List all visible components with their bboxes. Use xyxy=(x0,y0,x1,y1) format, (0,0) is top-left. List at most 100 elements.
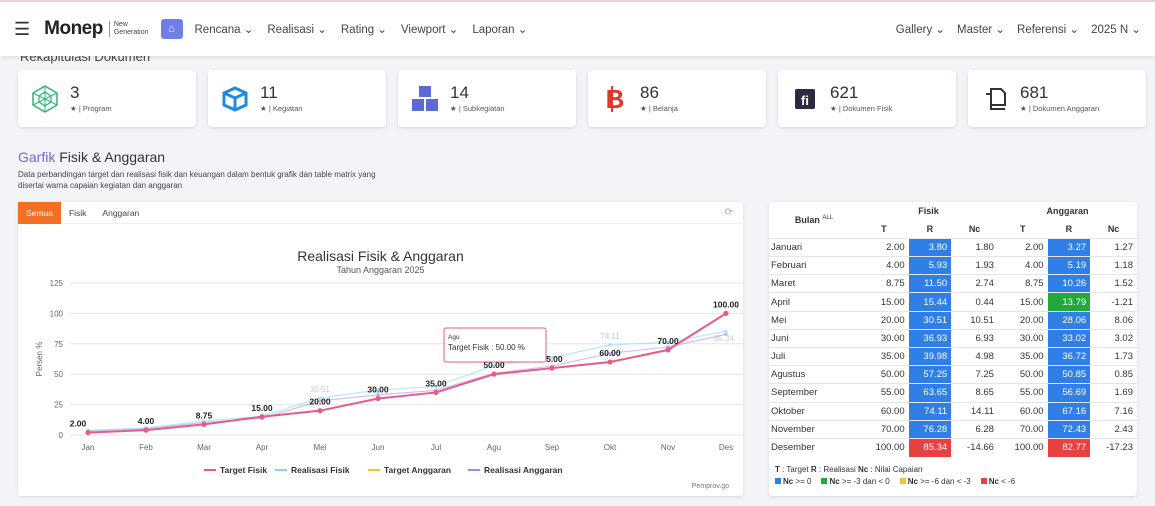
cell-value: 70.00 xyxy=(997,419,1048,439)
cell-value: 57.25 xyxy=(908,365,952,384)
y-tick-label: 125 xyxy=(50,279,64,288)
card-value: 11 xyxy=(260,83,278,102)
card-label-text: | Dokumen Fisik xyxy=(838,104,893,113)
cell-value: 100.00 xyxy=(997,437,1048,457)
cell-value: 2.74 xyxy=(951,274,998,293)
table-row[interactable]: September 55.00 63.65 8.65 55.00 56.69 1.69 xyxy=(769,383,1137,403)
card-text: 3 ★ | Program xyxy=(70,84,112,114)
app-logo[interactable]: Monep xyxy=(44,18,103,40)
table-row[interactable]: Agustus 50.00 57.25 7.25 50.00 50.85 0.85 xyxy=(769,365,1137,384)
card-text: 14 ★ | Subkegiatan xyxy=(450,84,505,114)
cell-value: 33.02 xyxy=(1047,328,1091,348)
legend-item[interactable]: Target Anggaran xyxy=(384,465,451,475)
cell-value: 30.00 xyxy=(997,328,1048,348)
series-point-0[interactable] xyxy=(317,408,323,414)
cell-value: 1.80 xyxy=(951,237,998,257)
legend-item[interactable]: Realisasi Fisik xyxy=(291,465,350,475)
series-point-0[interactable] xyxy=(201,421,207,427)
legend-item[interactable]: Realisasi Anggaran xyxy=(484,465,563,475)
series-point-0[interactable] xyxy=(433,389,439,396)
cell-value: 13.79 xyxy=(1047,292,1091,312)
cell-value: 30.00 xyxy=(859,328,909,348)
menu-icon[interactable]: ☰ xyxy=(14,19,30,40)
cell-value: 20.00 xyxy=(859,310,909,330)
series-point-1[interactable] xyxy=(724,329,728,334)
series-point-0[interactable] xyxy=(143,427,149,433)
row-month: September xyxy=(769,383,859,403)
nav-item-2[interactable]: Rating ⌄ xyxy=(341,22,387,36)
summary-card-2[interactable]: 14 ★ | Subkegiatan xyxy=(398,70,576,127)
subcol-r: R xyxy=(1065,224,1073,235)
cell-value: 1.27 xyxy=(1090,237,1137,257)
table-row[interactable]: Juli 35.00 39.98 4.98 35.00 36.72 1.73 xyxy=(769,346,1137,366)
table-row[interactable]: Januari 2.00 3.80 1.80 2.00 3.27 1.27 xyxy=(769,237,1137,257)
series-point-0[interactable] xyxy=(491,371,497,377)
series-line-3 xyxy=(87,333,727,432)
x-tick-label: Jul xyxy=(431,443,441,452)
nav-item-0[interactable]: Rencana ⌄ xyxy=(195,22,254,36)
table-row[interactable]: Maret 8.75 11.50 2.74 8.75 10.26 1.52 xyxy=(769,274,1137,293)
table-row[interactable]: Oktober 60.00 74.11 14.11 60.00 67.16 7.16 xyxy=(769,401,1137,421)
data-label: 70.00 xyxy=(657,336,679,346)
nav-right-item-3[interactable]: 2025 N ⌄ xyxy=(1091,22,1141,36)
summary-card-0[interactable]: 3 ★ | Program xyxy=(18,70,196,127)
nav-right-item-2[interactable]: Referensi ⌄ xyxy=(1017,22,1079,36)
cell-value: 8.75 xyxy=(997,274,1048,293)
data-table: Bulan ALL Fisik Anggaran T R Nc T R Nc Januar… xyxy=(769,202,1137,457)
table-legend: T : Target R : Realisasi Nc : Nilai Capa… xyxy=(775,464,1025,488)
y-tick-label: 25 xyxy=(54,401,63,410)
cubes-icon xyxy=(410,84,440,114)
data-label: 15.00 xyxy=(251,403,273,413)
series-point-0[interactable] xyxy=(607,359,613,365)
nav-right-item-0[interactable]: Gallery ⌄ xyxy=(896,22,945,36)
nav-item-3[interactable]: Viewport ⌄ xyxy=(401,22,458,36)
svg-text:fi: fi xyxy=(801,93,809,108)
table-row[interactable]: Desember 100.00 85.34 -14.66 100.00 82.77 -17.… xyxy=(769,437,1137,457)
table-row[interactable]: April 15.00 15.44 0.44 15.00 13.79 -1.21 xyxy=(769,292,1137,312)
series-point-0[interactable] xyxy=(665,347,671,353)
row-month: Mei xyxy=(769,310,859,330)
star-icon: ★ xyxy=(640,104,649,113)
x-tick-label: Sep xyxy=(545,443,560,452)
summary-card-3[interactable]: B 86 ★ | Belanja xyxy=(588,70,766,127)
line-chart: 0 25 50 75 100 125 Persen % Jan Feb Mar Apr Mei Jun J… xyxy=(35,279,743,475)
nav-item-4[interactable]: Laporan ⌄ xyxy=(472,22,527,36)
cell-value: 10.51 xyxy=(951,310,998,330)
cell-value: 15.00 xyxy=(997,292,1048,312)
series-point-0[interactable] xyxy=(259,414,265,420)
x-tick-label: Mar xyxy=(197,443,211,452)
summary-card-4[interactable]: fi 621 ★ | Dokumen Fisik xyxy=(778,70,956,127)
chart-credit[interactable]: Pemprov.go xyxy=(692,483,729,490)
table-row[interactable]: Mei 20.00 30.51 10.51 20.00 28.06 8.06 xyxy=(769,310,1137,330)
series-point-0[interactable] xyxy=(723,310,729,316)
cell-value: 55.00 xyxy=(997,383,1048,403)
card-value: 681 xyxy=(1020,83,1049,102)
legend-color-item: Nc >= -6 dan < -3 xyxy=(899,477,971,486)
series-point-0[interactable] xyxy=(549,365,555,371)
legend-range: >= -6 dan < -3 xyxy=(918,477,971,486)
legend-square xyxy=(980,478,987,484)
data-label-faded: 74.11 xyxy=(600,332,620,341)
summary-card-1[interactable]: 11 ★ | Kegiatan xyxy=(208,70,386,127)
series-point-1[interactable] xyxy=(608,343,612,347)
summary-card-5[interactable]: 681 ★ | Dokumen Anggaran xyxy=(968,70,1146,127)
star-icon: ★ xyxy=(450,104,459,113)
series-point-0[interactable] xyxy=(85,429,91,436)
row-month: Januari xyxy=(769,237,859,257)
home-icon[interactable]: ⌂ xyxy=(160,19,183,39)
table-row[interactable]: Juni 30.00 36.93 6.93 30.00 33.02 3.02 xyxy=(769,328,1137,348)
nav-item-1[interactable]: Realisasi ⌄ xyxy=(267,22,327,36)
subcol-r: R xyxy=(926,224,934,235)
legend-item[interactable]: Target Fisik xyxy=(220,465,267,475)
cell-value: 1.18 xyxy=(1090,256,1137,275)
legend-text: : Nilai Capaian xyxy=(868,465,923,474)
table-row[interactable]: November 70.00 76.28 6.28 70.00 72.43 2.43 xyxy=(769,419,1137,439)
col-bulan[interactable]: Bulan ALL xyxy=(769,202,859,238)
row-month: Oktober xyxy=(769,401,859,421)
nav-right-item-1[interactable]: Master ⌄ xyxy=(957,22,1005,36)
series-point-0[interactable] xyxy=(375,395,381,402)
legend-square xyxy=(775,478,781,484)
legend-nc: Nc xyxy=(829,477,840,486)
cell-value: 20.00 xyxy=(997,310,1048,330)
table-row[interactable]: Februari 4.00 5.93 1.93 4.00 5.19 1.18 xyxy=(769,256,1137,275)
